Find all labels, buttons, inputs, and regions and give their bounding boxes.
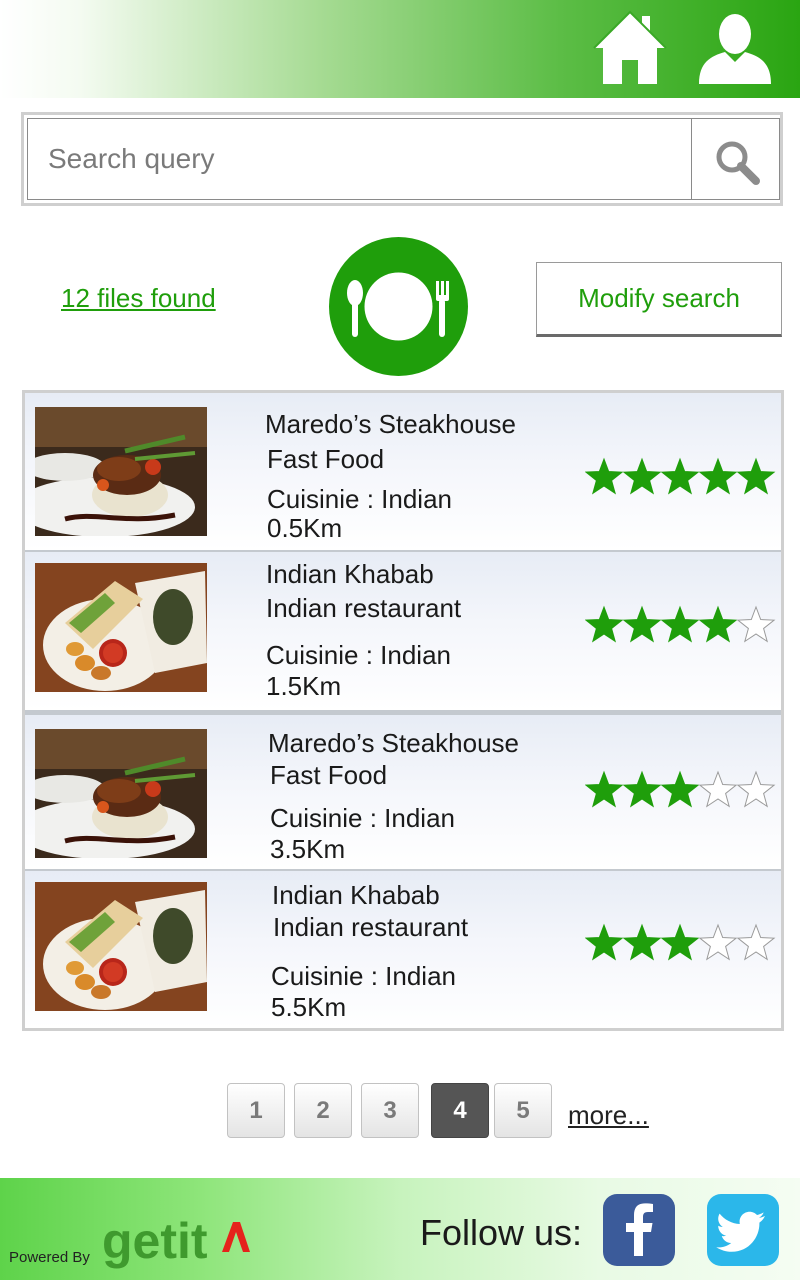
listing-name: Indian Khabab (266, 559, 434, 589)
star-filled-icon (660, 457, 700, 495)
star-rating (585, 770, 776, 808)
star-filled-icon (585, 605, 624, 643)
listing-cuisine: Cuisinie : Indian (270, 803, 455, 833)
list-item[interactable]: Indian Khabab Indian restaurant Cuisinie… (25, 871, 781, 1028)
star-empty-icon (698, 770, 738, 808)
listing-distance: 1.5Km (266, 671, 342, 701)
listing-distance: 3.5Km (270, 834, 346, 864)
search-input[interactable] (27, 118, 691, 200)
listing-distance: 0.5Km (267, 513, 343, 543)
page-button-2[interactable]: 2 (294, 1083, 352, 1138)
list-item[interactable]: Indian Khabab Indian restaurant Cuisinie… (25, 552, 781, 712)
star-empty-icon (736, 605, 776, 643)
star-filled-icon (622, 457, 662, 495)
listing-cuisine: Cuisinie : Indian (267, 484, 452, 514)
search-icon (716, 141, 760, 185)
listing-category: Indian restaurant (266, 593, 462, 623)
listing-category: Indian restaurant (273, 912, 469, 942)
search-button[interactable] (691, 118, 780, 200)
listing-category: Fast Food (267, 444, 385, 474)
page-button-4-current[interactable]: 4 (431, 1083, 489, 1138)
powered-by-label: Powered By (9, 1249, 90, 1266)
svg-text:getit: getit (102, 1213, 208, 1269)
steak-dish-photo (35, 729, 207, 858)
listing-name: Maredo’s Steakhouse (268, 728, 520, 758)
page-button-3[interactable]: 3 (361, 1083, 419, 1138)
list-item[interactable]: Maredo’s Steakhouse Fast Food Cuisinie :… (25, 712, 781, 871)
user-icon[interactable] (697, 10, 773, 88)
facebook-button[interactable] (603, 1194, 675, 1266)
star-filled-icon (622, 923, 662, 961)
modify-search-button[interactable]: Modify search (536, 262, 782, 337)
star-filled-icon (660, 770, 700, 808)
twitter-icon (716, 1211, 765, 1252)
app-header (0, 0, 800, 98)
steak-dish-photo (35, 407, 207, 536)
more-pages-link[interactable]: more... (568, 1100, 649, 1131)
listing-category: Fast Food (270, 760, 388, 790)
twitter-button[interactable] (707, 1194, 779, 1266)
listing-cuisine: Cuisinie : Indian (266, 640, 451, 670)
follow-us-label: Follow us: (420, 1212, 583, 1253)
page-button-1[interactable]: 1 (227, 1083, 285, 1138)
getit-logo: getit (102, 1208, 252, 1274)
search-bar (21, 112, 783, 206)
star-filled-icon (660, 923, 700, 961)
star-filled-icon (585, 770, 624, 808)
listing-name: Maredo’s Steakhouse (265, 409, 517, 439)
wrap-dish-photo (35, 882, 207, 1011)
star-filled-icon (698, 457, 738, 495)
star-rating (585, 605, 776, 643)
star-filled-icon (585, 923, 624, 961)
star-rating (585, 457, 776, 495)
list-item[interactable]: Maredo’s Steakhouse Fast Food Cuisinie :… (25, 393, 781, 552)
star-rating (585, 923, 776, 961)
listing-name: Indian Khabab (272, 880, 440, 910)
listing-cuisine: Cuisinie : Indian (271, 961, 456, 991)
star-filled-icon (585, 457, 624, 495)
listing-distance: 5.5Km (271, 992, 347, 1022)
star-filled-icon (622, 770, 662, 808)
star-empty-icon (736, 923, 776, 961)
page-button-5[interactable]: 5 (494, 1083, 552, 1138)
star-filled-icon (698, 605, 738, 643)
star-filled-icon (736, 457, 776, 495)
star-empty-icon (736, 770, 776, 808)
files-found-link[interactable]: 12 files found (61, 283, 216, 314)
results-list: Maredo’s Steakhouse Fast Food Cuisinie :… (22, 390, 784, 1031)
facebook-icon (626, 1203, 653, 1256)
plate-fork-spoon-icon (329, 237, 468, 376)
wrap-dish-photo (35, 563, 207, 692)
star-filled-icon (660, 605, 700, 643)
star-empty-icon (698, 923, 738, 961)
star-filled-icon (622, 605, 662, 643)
home-icon[interactable] (592, 10, 668, 88)
